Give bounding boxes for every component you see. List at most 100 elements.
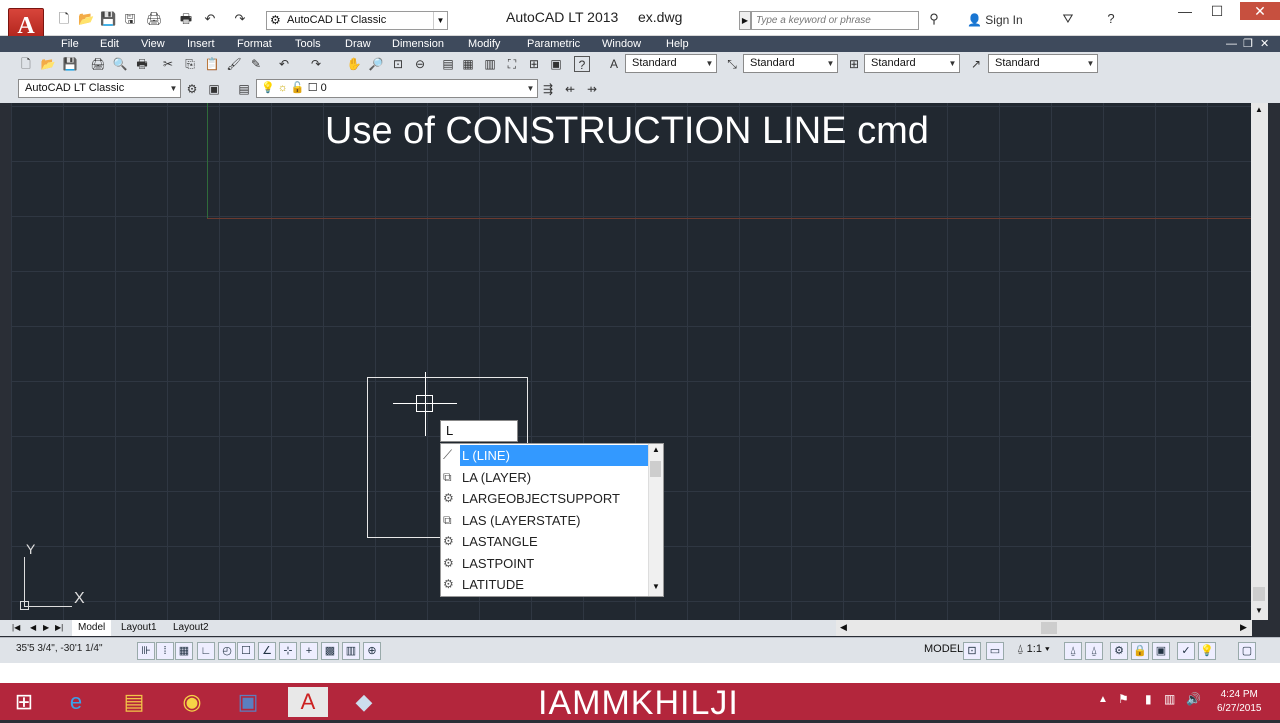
lightbulb-icon[interactable]: 💡 xyxy=(1198,642,1216,660)
menu-help[interactable]: Help xyxy=(666,36,689,52)
save-app-icon[interactable]: ▣ xyxy=(232,687,264,717)
copy-icon[interactable]: ⎘ xyxy=(182,56,198,72)
autocomplete-item[interactable]: ⚙ LASTPOINT xyxy=(441,553,649,574)
binoculars-icon[interactable]: ⚲ xyxy=(926,11,942,27)
internet-explorer-icon[interactable]: e xyxy=(60,687,92,717)
redo-icon[interactable]: ↷ xyxy=(232,11,248,27)
doc-restore-button[interactable]: ❐ xyxy=(1243,36,1253,52)
isolate-objects-icon[interactable]: ✓ xyxy=(1177,642,1195,660)
redo-icon[interactable]: ↷ xyxy=(308,56,324,72)
autocad-lt-taskbar-icon[interactable]: A xyxy=(288,687,328,717)
dim-style-select[interactable]: Standard ▼ xyxy=(743,54,838,73)
previous-tab-icon[interactable]: ◀ xyxy=(30,620,36,636)
table-style-select[interactable]: Standard ▼ xyxy=(864,54,960,73)
maximize-button[interactable]: ☐ xyxy=(1202,2,1232,20)
clean-screen-icon[interactable]: ▢ xyxy=(1238,642,1256,660)
minimize-button[interactable]: — xyxy=(1170,2,1200,20)
layer-state-icon[interactable]: ⇸ xyxy=(584,81,600,97)
annotation-visibility-icon[interactable]: ⍙ xyxy=(1064,642,1082,660)
scroll-left-icon[interactable]: ◀ xyxy=(840,622,847,633)
autocomplete-item[interactable]: ⚙ LATITUDE xyxy=(441,574,649,595)
model-space-label[interactable]: MODEL xyxy=(924,643,963,655)
close-button[interactable]: ✕ xyxy=(1240,2,1280,20)
auto-scale-icon[interactable]: ⍙ xyxy=(1085,642,1103,660)
menu-view[interactable]: View xyxy=(141,36,165,52)
dynamic-command-input[interactable]: L xyxy=(440,420,518,442)
system-clock[interactable]: 4:24 PM 6/27/2015 xyxy=(1217,688,1262,716)
match-properties-icon[interactable]: 🖌 xyxy=(226,56,242,72)
menu-modify[interactable]: Modify xyxy=(468,36,500,52)
dim-style-icon[interactable]: ⤡ xyxy=(724,56,740,72)
help-icon[interactable]: ? xyxy=(574,56,590,72)
preview-icon[interactable]: 🔍 xyxy=(112,56,128,72)
multileader-style-icon[interactable]: ↗ xyxy=(968,56,984,72)
sign-in-link[interactable]: 👤 Sign In xyxy=(967,13,1023,27)
tab-layout2[interactable]: Layout2 xyxy=(173,620,209,636)
paste-icon[interactable]: 📋 xyxy=(204,56,220,72)
autocomplete-item[interactable]: L (LINE) xyxy=(460,445,648,466)
zoom-realtime-icon[interactable]: 🔎 xyxy=(368,56,384,72)
search-input[interactable]: Type a keyword or phrase xyxy=(751,11,919,30)
workspace-select[interactable]: AutoCAD LT Classic ▼ xyxy=(18,79,181,98)
menu-edit[interactable]: Edit xyxy=(100,36,119,52)
menu-file[interactable]: File xyxy=(61,36,79,52)
notes-app-icon[interactable]: ◆ xyxy=(348,687,380,717)
menu-window[interactable]: Window xyxy=(602,36,641,52)
menu-format[interactable]: Format xyxy=(237,36,272,52)
horizontal-scrollbar[interactable]: ◀ ▶ xyxy=(836,620,1252,636)
vertical-scrollbar[interactable]: ▲ ▼ xyxy=(1251,103,1268,620)
cut-icon[interactable]: ✂ xyxy=(160,56,176,72)
show-hidden-icons-icon[interactable]: ▲ xyxy=(1098,694,1108,705)
scrollbar-thumb[interactable] xyxy=(1041,622,1057,634)
tab-model[interactable]: Model xyxy=(72,620,112,636)
quick-view-drawings-icon[interactable]: ▭ xyxy=(986,642,1004,660)
markup-icon[interactable]: ⊞ xyxy=(526,56,542,72)
customize-icon[interactable]: ▣ xyxy=(206,81,222,97)
workspace-switching-icon[interactable]: ⚙ xyxy=(1110,642,1128,660)
scrollbar-thumb[interactable] xyxy=(1253,587,1265,601)
properties-icon[interactable]: ▤ xyxy=(440,56,456,72)
new-file-icon[interactable]: 🗋 xyxy=(56,11,72,27)
workspace-settings-icon[interactable]: ⚙ xyxy=(184,81,200,97)
grid-display-icon[interactable]: ▦ xyxy=(175,642,193,660)
open-file-icon[interactable]: 📂 xyxy=(78,11,94,27)
file-explorer-icon[interactable]: ▤ xyxy=(118,687,150,717)
scroll-right-icon[interactable]: ▶ xyxy=(1240,622,1247,633)
polar-tracking-icon[interactable]: ◴ xyxy=(218,642,236,660)
menu-insert[interactable]: Insert xyxy=(187,36,215,52)
qnew-icon[interactable]: 🗋 xyxy=(18,56,34,72)
menu-tools[interactable]: Tools xyxy=(295,36,321,52)
menu-parametric[interactable]: Parametric xyxy=(527,36,580,52)
tool-palettes-icon[interactable]: ▥ xyxy=(482,56,498,72)
make-current-layer-icon[interactable]: ⇶ xyxy=(540,81,556,97)
text-style-icon[interactable]: A xyxy=(606,56,622,72)
autocomplete-item[interactable]: ⚙ LASTANGLE xyxy=(441,531,649,552)
block-editor-icon[interactable]: ✎ xyxy=(248,56,264,72)
scroll-up-icon[interactable]: ▲ xyxy=(652,445,660,454)
save-icon[interactable]: 💾 xyxy=(100,11,116,27)
scroll-down-icon[interactable]: ▼ xyxy=(1255,606,1263,615)
multileader-style-select[interactable]: Standard ▼ xyxy=(988,54,1098,73)
annotation-scale[interactable]: ⍙ 1:1 ▾ xyxy=(1017,643,1050,656)
dynamic-ucs-icon[interactable]: ⊹ xyxy=(279,642,297,660)
layer-previous-icon[interactable]: ⇷ xyxy=(562,81,578,97)
layer-properties-icon[interactable]: ▤ xyxy=(236,81,252,97)
sheet-set-icon[interactable]: ⛶ xyxy=(504,56,520,72)
next-tab-icon[interactable]: ▶ xyxy=(43,620,49,636)
object-snap-tracking-icon[interactable]: ∠ xyxy=(258,642,276,660)
battery-icon[interactable]: ▮ xyxy=(1145,692,1152,706)
zoom-window-icon[interactable]: ⊡ xyxy=(390,56,406,72)
chrome-icon[interactable]: ◉ xyxy=(176,687,208,717)
calculator-icon[interactable]: ▣ xyxy=(548,56,564,72)
tab-layout1[interactable]: Layout1 xyxy=(121,620,157,636)
text-style-select[interactable]: Standard ▼ xyxy=(625,54,717,73)
undo-icon[interactable]: ↶ xyxy=(202,11,218,27)
action-center-flag-icon[interactable]: ⚑ xyxy=(1118,692,1129,706)
design-center-icon[interactable]: ▦ xyxy=(460,56,476,72)
volume-icon[interactable]: 🔊 xyxy=(1186,692,1201,706)
autocomplete-item[interactable]: ⧉ LAS (LAYERSTATE) xyxy=(441,510,649,531)
search-expand-button[interactable]: ▶ xyxy=(739,11,751,30)
infer-constraints-icon[interactable]: ⊪ xyxy=(137,642,155,660)
lock-ui-icon[interactable]: 🔒 xyxy=(1131,642,1149,660)
scroll-up-icon[interactable]: ▲ xyxy=(1255,105,1263,114)
